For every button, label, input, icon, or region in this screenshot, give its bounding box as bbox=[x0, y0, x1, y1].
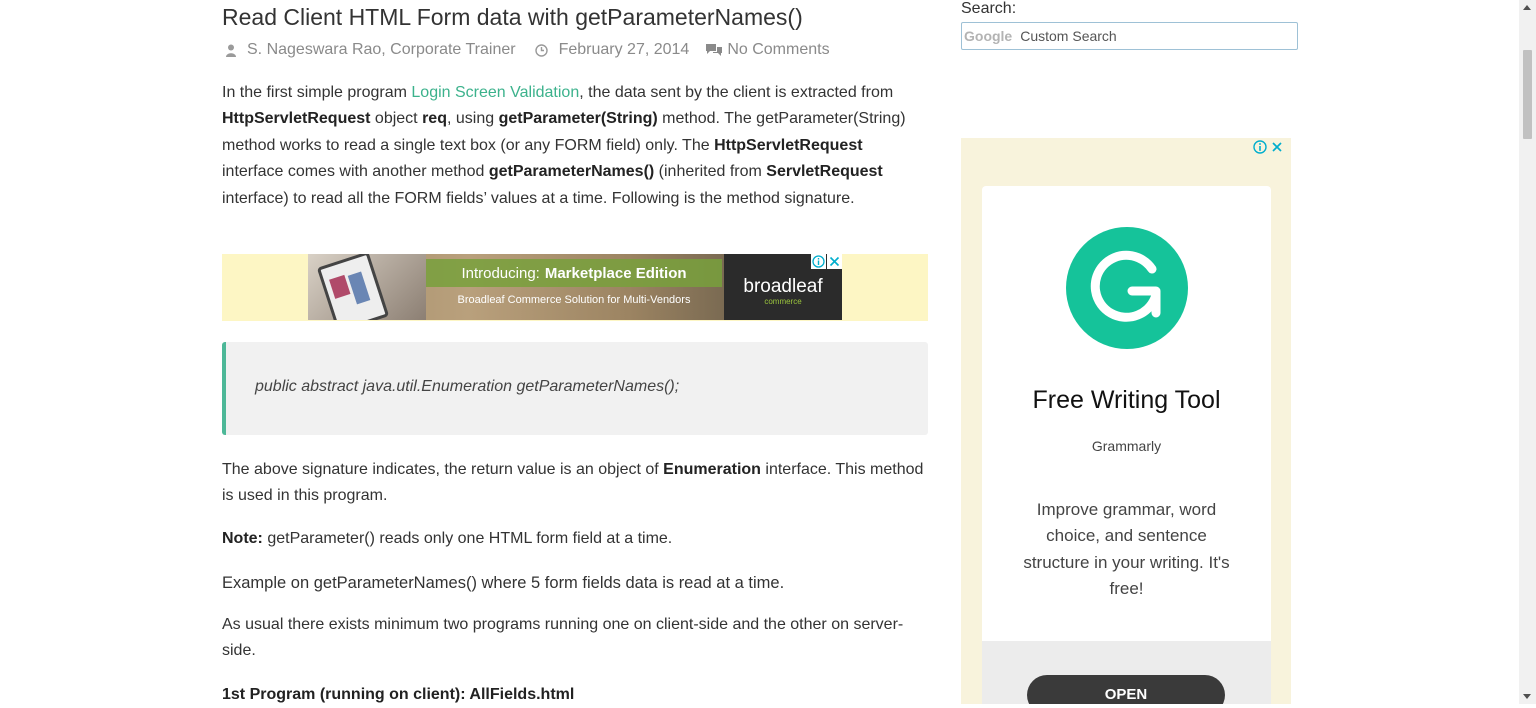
banner-brand-name: broadleaf bbox=[743, 276, 823, 297]
scroll-thumb[interactable] bbox=[1523, 50, 1532, 139]
post-comments-link[interactable]: No Comments bbox=[727, 41, 829, 59]
paragraph-bold: Enumeration bbox=[663, 461, 761, 478]
paragraph-text: The above signature indicates, the retur… bbox=[222, 461, 664, 478]
ad-cta-area: OPEN bbox=[982, 641, 1271, 704]
banner-edition: Marketplace Edition bbox=[544, 264, 687, 282]
google-watermark: Google bbox=[964, 28, 1013, 44]
intro-paragraph: In the first simple program Login Screen… bbox=[222, 80, 928, 212]
sidebar-ad[interactable]: Free Writing Tool Grammarly Improve gram… bbox=[961, 138, 1291, 704]
search-input[interactable]: Google Custom Search bbox=[961, 22, 1298, 50]
banner-subtitle: Broadleaf Commerce Solution for Multi-Ve… bbox=[457, 294, 691, 306]
programs-paragraph: As usual there exists minimum two progra… bbox=[222, 616, 904, 660]
page-scrollbar[interactable] bbox=[1519, 0, 1536, 704]
intro-bold: HttpServletRequest bbox=[714, 136, 863, 154]
info-icon[interactable] bbox=[811, 254, 826, 269]
intro-bold: getParameter(String) bbox=[498, 110, 658, 128]
banner-headline: Introducing: Marketplace Edition bbox=[426, 259, 722, 287]
search-placeholder: Custom Search bbox=[1020, 28, 1117, 44]
note-text: getParameter() reads only one HTML form … bbox=[262, 530, 673, 547]
ad-brand: Grammarly bbox=[1091, 438, 1162, 454]
post-title: Read Client HTML Form data with getParam… bbox=[222, 4, 803, 30]
intro-text: (inherited from bbox=[654, 163, 767, 181]
intro-bold: req bbox=[422, 110, 447, 128]
intro-text: interface) to read all the FORM fields’ … bbox=[222, 189, 855, 207]
banner-brand-sub: commerce bbox=[764, 297, 802, 306]
scroll-down-icon[interactable] bbox=[1523, 694, 1531, 699]
code-signature-block: public abstract java.util.Enumeration ge… bbox=[222, 342, 928, 435]
intro-bold: HttpServletRequest bbox=[222, 110, 371, 128]
login-screen-validation-link[interactable]: Login Screen Validation bbox=[411, 84, 579, 101]
banner-ad-creative[interactable]: Introducing: Marketplace Edition Broadle… bbox=[308, 254, 842, 320]
post-meta: S. Nageswara Rao, Corporate Trainer Febr… bbox=[222, 39, 830, 61]
intro-text: In the first simple program bbox=[222, 84, 412, 101]
intro-text: interface comes with another method bbox=[222, 163, 489, 181]
intro-bold: ServletRequest bbox=[766, 163, 883, 181]
banner-intro: Introducing: bbox=[461, 264, 540, 282]
scroll-up-icon[interactable] bbox=[1523, 5, 1531, 10]
author-icon bbox=[226, 44, 236, 57]
close-icon[interactable] bbox=[1271, 141, 1283, 153]
banner-ad[interactable]: Introducing: Marketplace Edition Broadle… bbox=[222, 254, 928, 321]
signature-paragraph: The above signature indicates, the retur… bbox=[222, 457, 928, 510]
note-paragraph: Note: getParameter() reads only one HTML… bbox=[222, 526, 928, 552]
grammarly-logo-icon bbox=[1066, 227, 1188, 349]
post-date[interactable]: February 27, 2014 bbox=[559, 41, 690, 59]
banner-tablet-image bbox=[308, 254, 426, 320]
search-label: Search: bbox=[961, 0, 1017, 17]
ad-title: Free Writing Tool bbox=[1032, 386, 1221, 414]
first-program-heading: 1st Program (running on client): AllFiel… bbox=[222, 686, 575, 703]
close-icon[interactable] bbox=[827, 254, 842, 269]
note-label: Note: bbox=[222, 530, 263, 547]
ad-card[interactable]: Free Writing Tool Grammarly Improve gram… bbox=[982, 186, 1271, 704]
post-author[interactable]: S. Nageswara Rao, Corporate Trainer bbox=[247, 41, 516, 59]
intro-text: object bbox=[370, 110, 423, 128]
intro-text: , using bbox=[446, 110, 499, 128]
example-paragraph: Example on getParameterNames() where 5 f… bbox=[222, 574, 785, 592]
ad-controls bbox=[1253, 140, 1283, 154]
intro-text: , the data sent by the client is extract… bbox=[579, 84, 894, 101]
info-icon[interactable] bbox=[1253, 140, 1267, 154]
clock-icon bbox=[534, 43, 548, 57]
comments-icon bbox=[705, 43, 723, 57]
ad-description: Improve grammar, word choice, and senten… bbox=[1023, 500, 1230, 599]
code-signature: public abstract java.util.Enumeration ge… bbox=[255, 378, 680, 395]
intro-bold: getParameterNames() bbox=[488, 163, 655, 181]
open-button[interactable]: OPEN bbox=[1027, 675, 1225, 704]
